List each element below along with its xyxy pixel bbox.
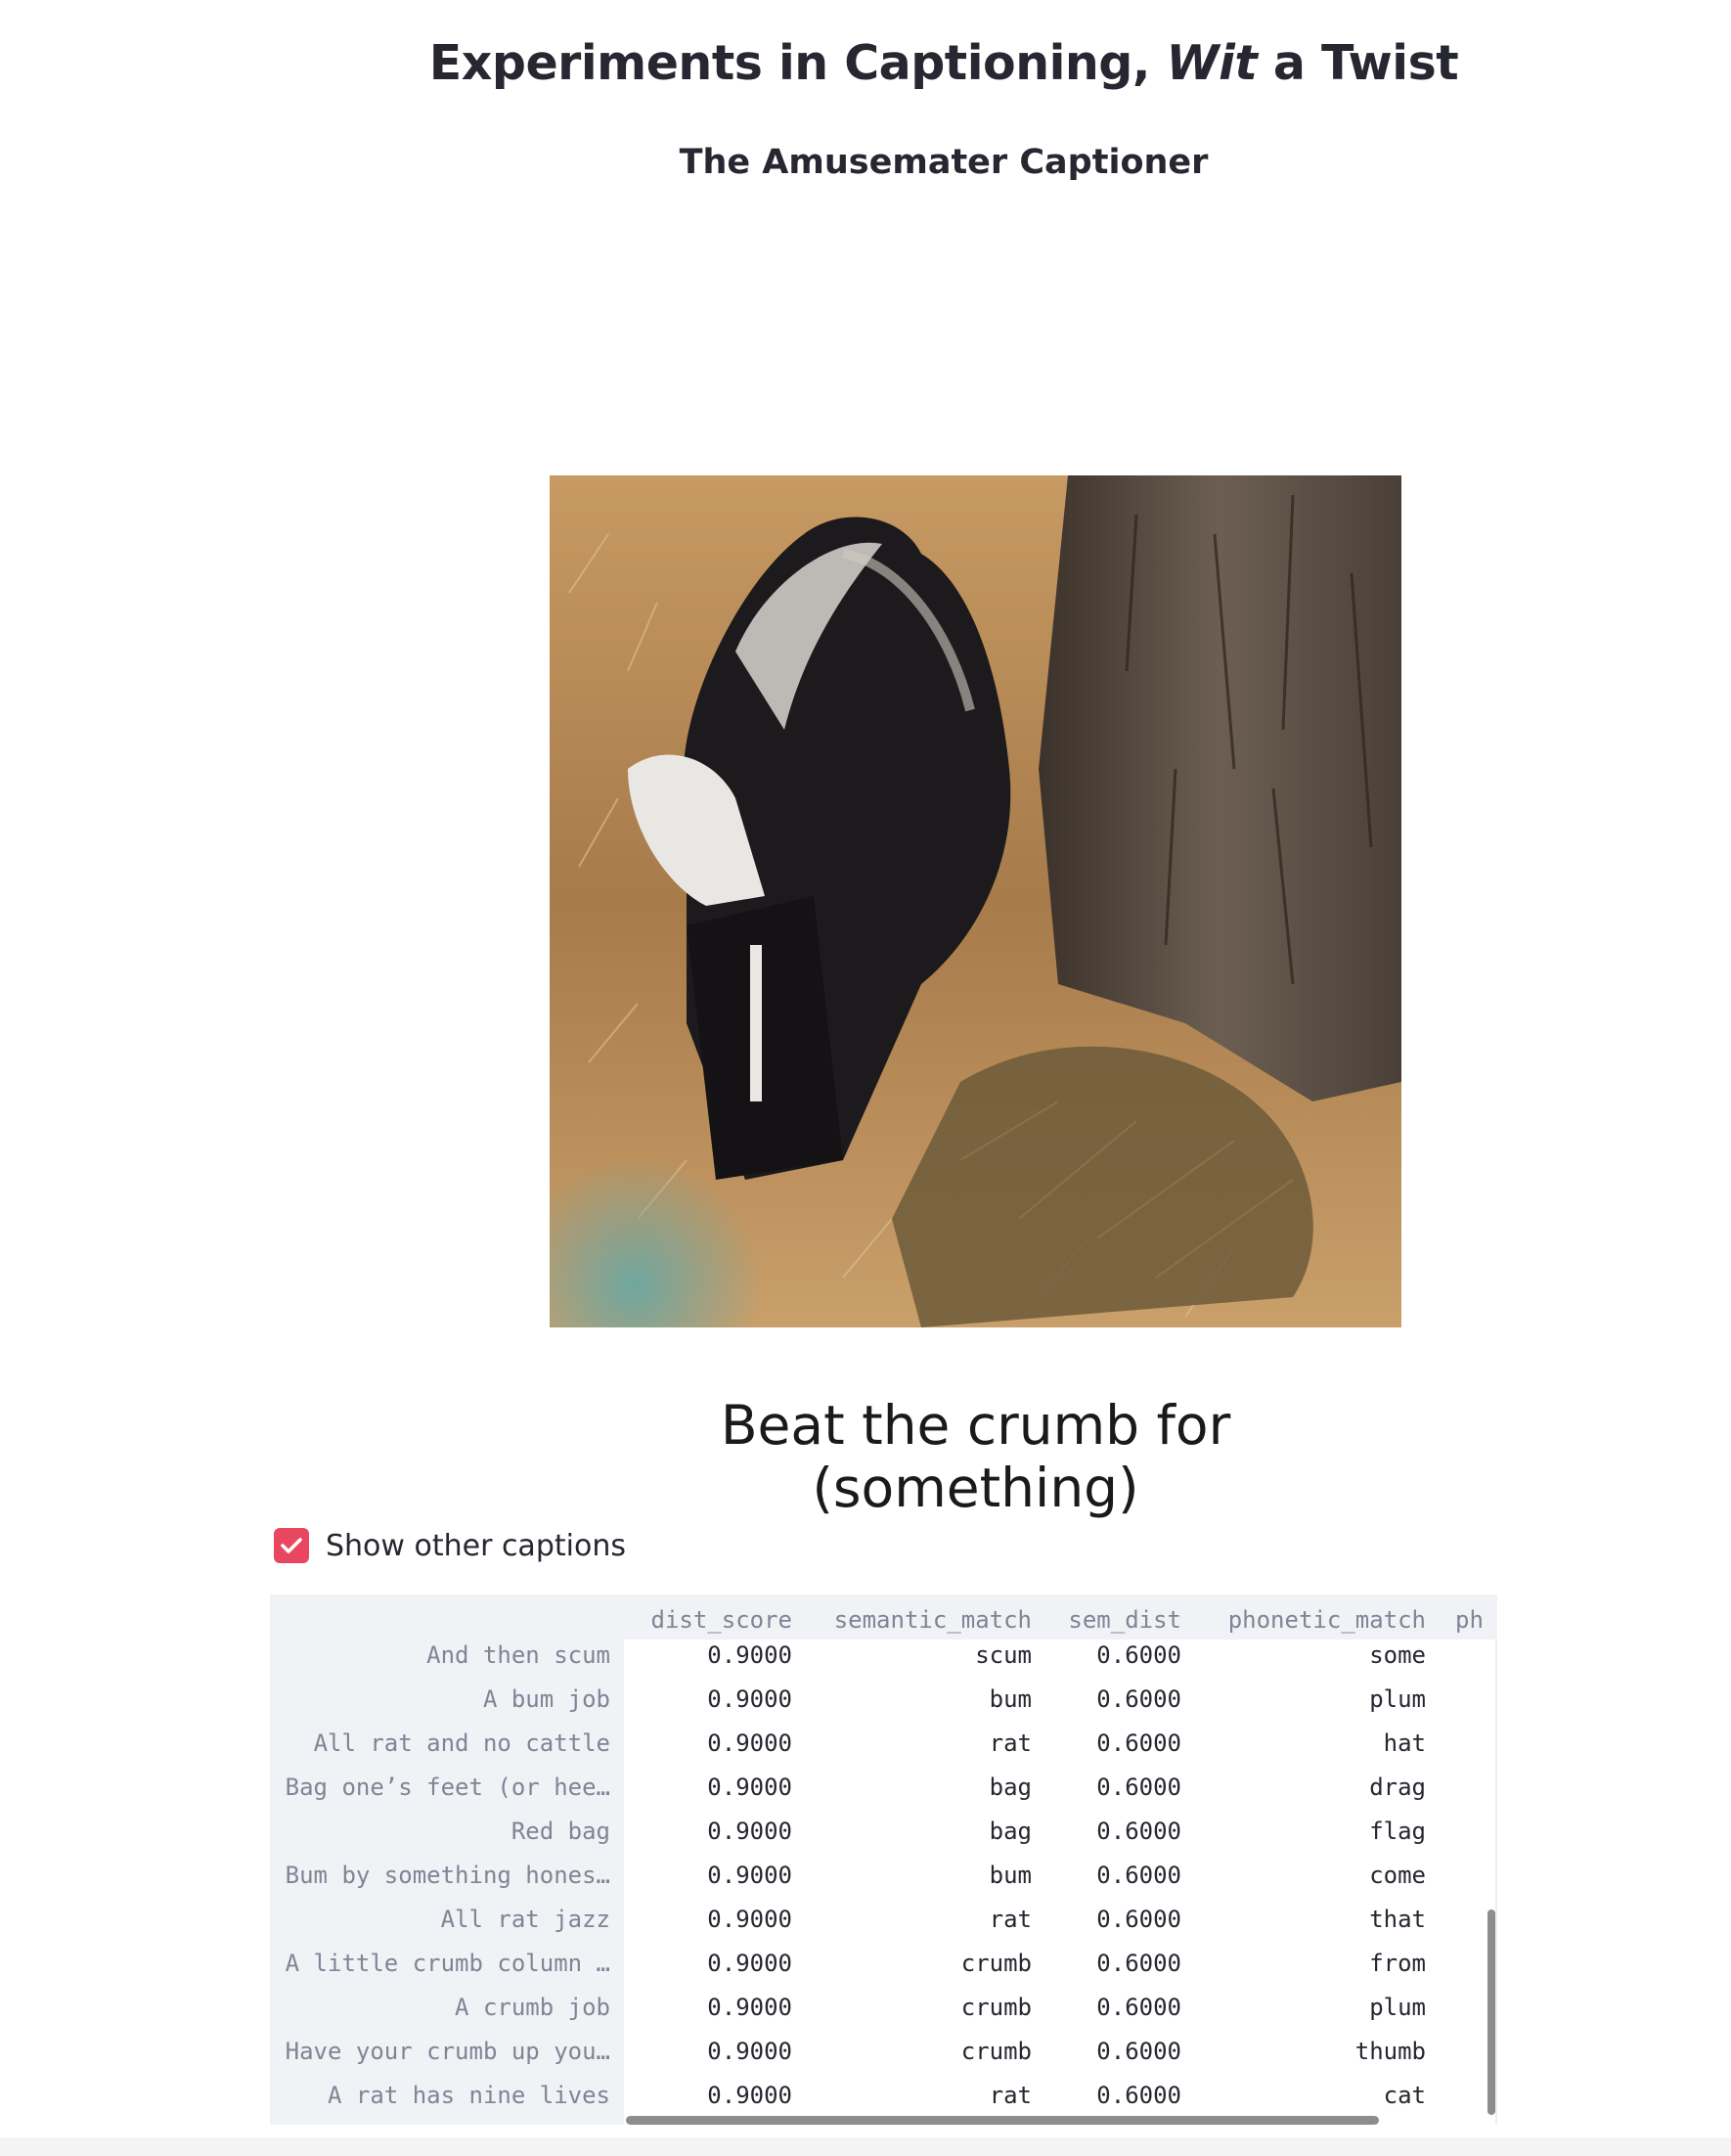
column-header-ph[interactable]: ph — [1426, 1602, 1497, 1638]
cell-sem-dist: 0.6000 — [1096, 1862, 1181, 1889]
row-index: All rat jazz — [440, 1906, 610, 1933]
cell-phonetic-match: come — [1369, 1862, 1426, 1889]
cell-dist-score: 0.9000 — [707, 1862, 792, 1889]
row-index: Bum by something hones… — [285, 1862, 610, 1889]
cell-semantic-match: rat — [989, 1906, 1032, 1933]
cell-semantic-match: rat — [989, 2082, 1032, 2109]
cell-sem-dist: 0.6000 — [1096, 2082, 1181, 2109]
vertical-scrollbar[interactable] — [1487, 1909, 1495, 2115]
title-italic-wit: Wit — [1166, 35, 1258, 91]
row-index: A crumb job — [455, 1994, 610, 2021]
cell-semantic-match: crumb — [960, 1950, 1032, 1977]
cell-semantic-match: bum — [989, 1685, 1032, 1713]
cell-dist-score: 0.9000 — [707, 2082, 792, 2109]
cell-dist-score: 0.9000 — [707, 1685, 792, 1713]
cell-phonetic-match: that — [1369, 1906, 1426, 1933]
cell-sem-dist: 0.6000 — [1096, 1818, 1181, 1845]
row-index: A bum job — [482, 1685, 610, 1713]
row-index: Have your crumb up you… — [285, 2038, 610, 2065]
cell-dist-score: 0.9000 — [707, 1729, 792, 1757]
cell-sem-dist: 0.6000 — [1096, 1641, 1181, 1669]
row-index: And then scum — [426, 1641, 610, 1669]
cell-phonetic-match: drag — [1369, 1774, 1426, 1801]
show-other-captions-toggle[interactable]: Show other captions — [274, 1526, 626, 1565]
row-index: Red bag — [510, 1818, 610, 1845]
title-part-2: a Twist — [1257, 35, 1459, 91]
cell-dist-score: 0.9000 — [707, 1950, 792, 1977]
row-index: All rat and no cattle — [313, 1729, 610, 1757]
checkbox-label: Show other captions — [326, 1528, 626, 1563]
cell-sem-dist: 0.6000 — [1096, 1950, 1181, 1977]
skunk-photo — [550, 475, 1401, 1327]
cell-phonetic-match: flag — [1369, 1818, 1426, 1845]
cell-semantic-match: crumb — [960, 1994, 1032, 2021]
cell-dist-score: 0.9000 — [707, 1774, 792, 1801]
footer-band — [0, 2137, 1731, 2156]
title-part-1: Experiments in Captioning, — [428, 35, 1167, 91]
cell-dist-score: 0.9000 — [707, 2038, 792, 2065]
cell-phonetic-match: thumb — [1354, 2038, 1426, 2065]
cell-sem-dist: 0.6000 — [1096, 1994, 1181, 2021]
column-header-sem-dist[interactable]: sem_dist — [1032, 1602, 1181, 1638]
cell-sem-dist: 0.6000 — [1096, 2038, 1181, 2065]
cell-sem-dist: 0.6000 — [1096, 1685, 1181, 1713]
cell-semantic-match: scum — [975, 1641, 1032, 1669]
cell-phonetic-match: cat — [1383, 2082, 1426, 2109]
cell-semantic-match: bum — [989, 1862, 1032, 1889]
page-title: Experiments in Captioning, Wit a Twist — [0, 35, 1731, 91]
cell-phonetic-match: from — [1369, 1950, 1426, 1977]
cell-dist-score: 0.9000 — [707, 1641, 792, 1669]
cell-phonetic-match: plum — [1369, 1685, 1426, 1713]
row-index: A little crumb column … — [285, 1950, 610, 1977]
cell-semantic-match: rat — [989, 1729, 1032, 1757]
cell-sem-dist: 0.6000 — [1096, 1774, 1181, 1801]
cell-semantic-match: crumb — [960, 2038, 1032, 2065]
page-subtitle: The Amusemater Captioner — [679, 143, 1209, 182]
column-header-phonetic-match[interactable]: phonetic_match — [1181, 1602, 1426, 1638]
cell-phonetic-match: hat — [1383, 1729, 1426, 1757]
cell-dist-score: 0.9000 — [707, 1994, 792, 2021]
cell-semantic-match: bag — [989, 1818, 1032, 1845]
row-index: A rat has nine lives — [328, 2082, 610, 2109]
cell-dist-score: 0.9000 — [707, 1818, 792, 1845]
cell-phonetic-match: some — [1369, 1641, 1426, 1669]
cell-phonetic-match: plum — [1369, 1994, 1426, 2021]
horizontal-scrollbar[interactable] — [626, 2116, 1379, 2125]
column-header-dist-score[interactable]: dist_score — [624, 1602, 793, 1638]
generated-caption: Beat the crumb for (something) — [720, 1394, 1231, 1519]
cell-dist-score: 0.9000 — [707, 1906, 792, 1933]
column-header-semantic-match[interactable]: semantic_match — [792, 1602, 1032, 1638]
checkbox-checked-icon[interactable] — [274, 1528, 309, 1563]
cell-sem-dist: 0.6000 — [1096, 1906, 1181, 1933]
captions-dataframe[interactable]: dist_score semantic_match sem_dist phone… — [270, 1595, 1497, 2125]
row-index: Bag one’s feet (or hee… — [285, 1774, 610, 1801]
cell-sem-dist: 0.6000 — [1096, 1729, 1181, 1757]
cell-semantic-match: bag — [989, 1774, 1032, 1801]
